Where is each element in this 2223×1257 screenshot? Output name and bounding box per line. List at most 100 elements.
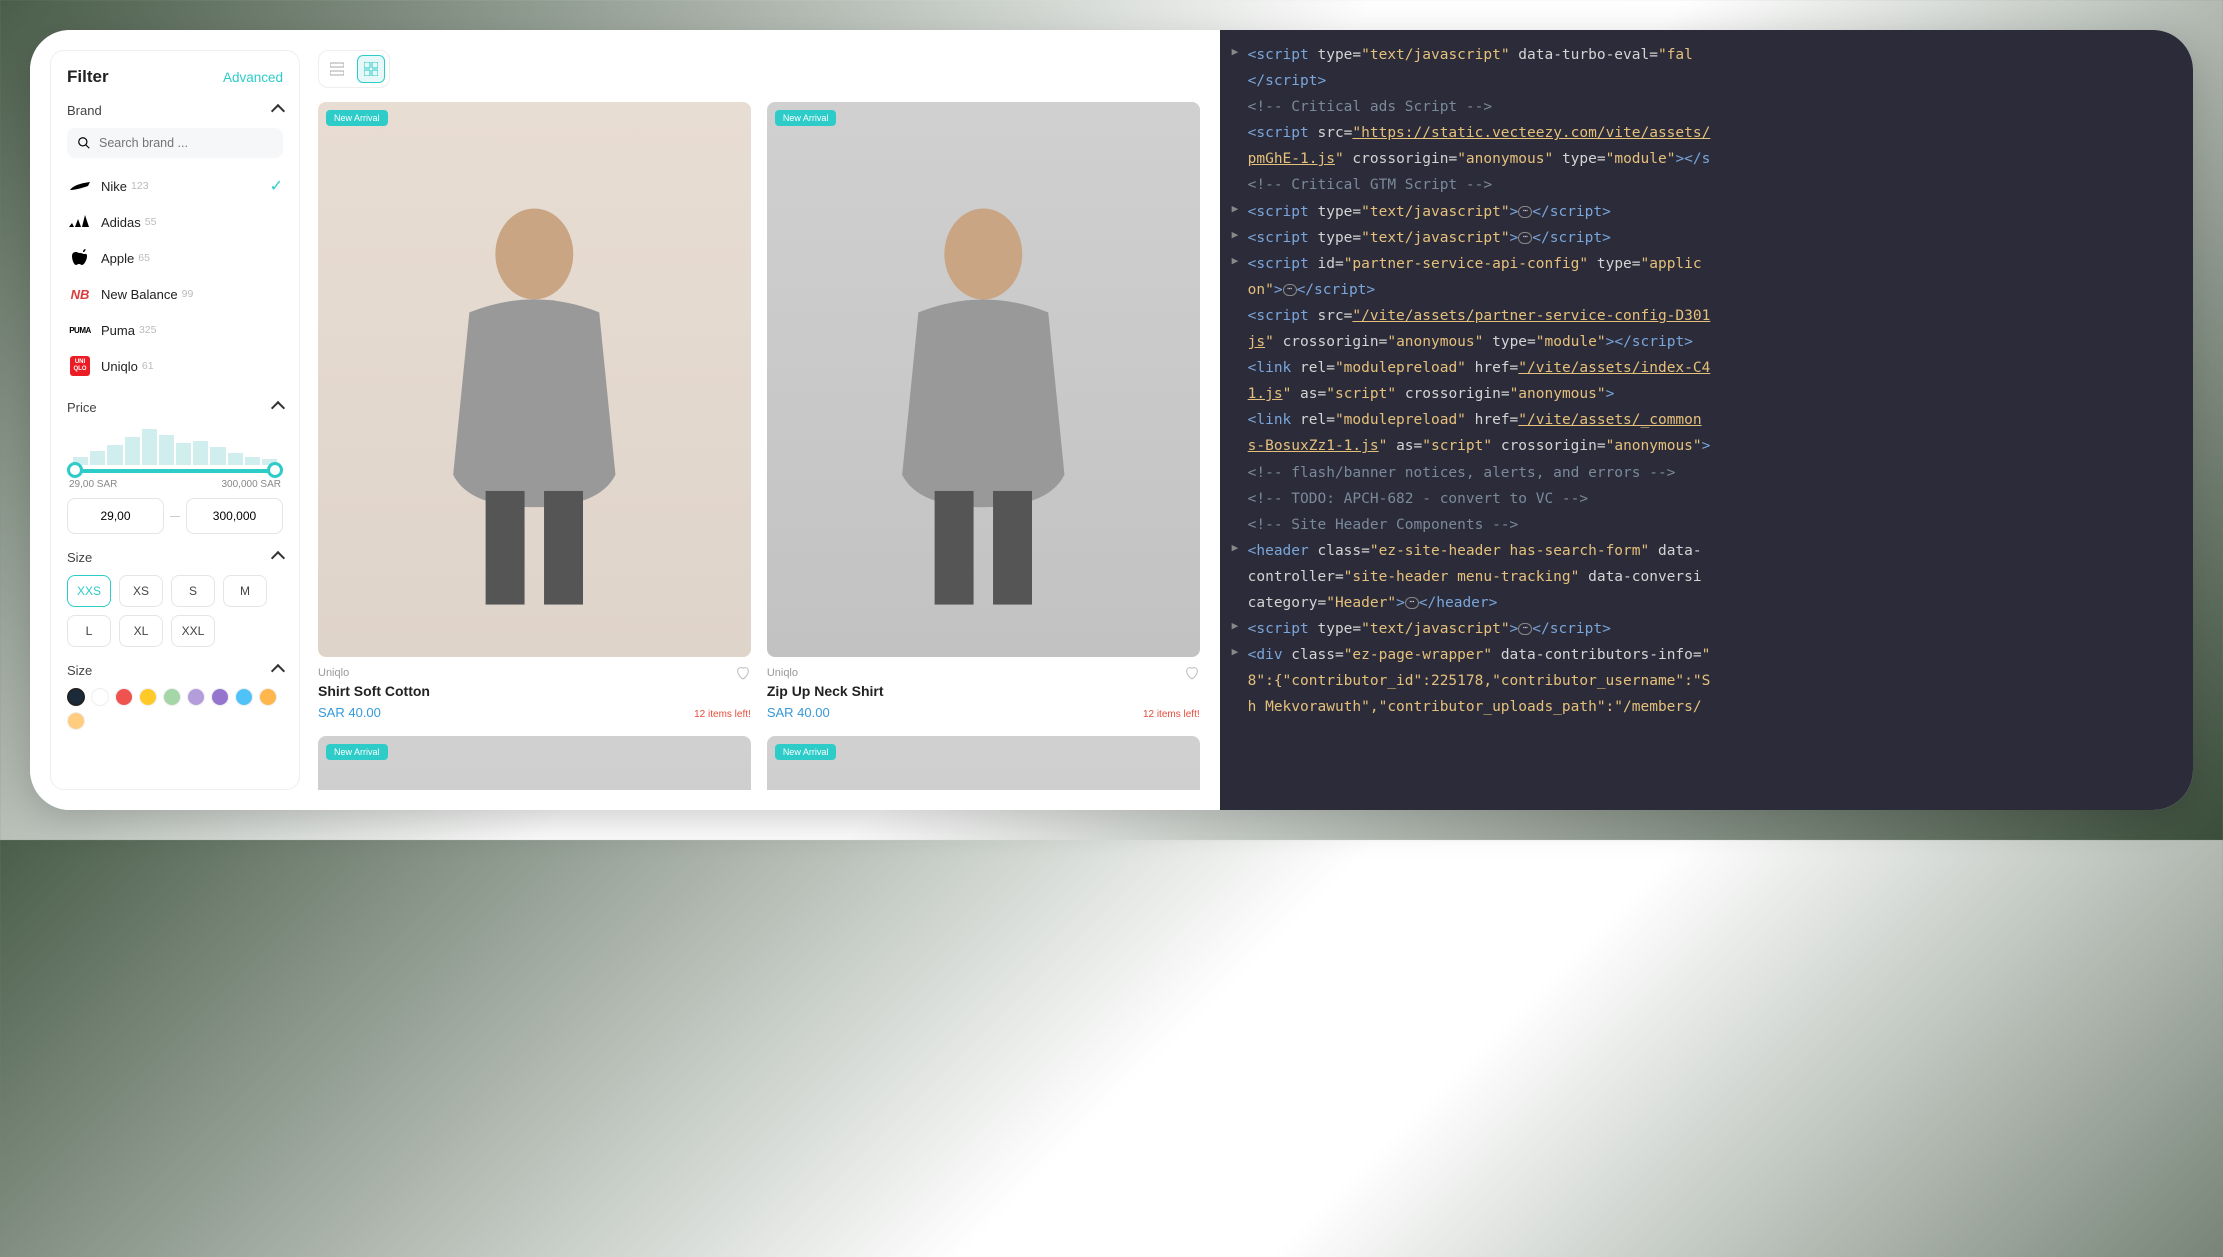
ecommerce-panel: Filter Advanced Brand Nike123✓Adidas55Ap…: [30, 30, 1220, 810]
expand-icon[interactable]: ▶: [1232, 199, 1239, 219]
size-section: Size XXSXSSM LXLXXL: [67, 550, 283, 647]
brand-logo-icon: PUMA: [67, 320, 93, 340]
view-toggle: [318, 50, 390, 88]
code-line[interactable]: <!-- Site Header Components -->: [1228, 512, 2185, 538]
code-line[interactable]: h Mekvorawuth","contributor_uploads_path…: [1228, 694, 2185, 720]
color-swatch[interactable]: [235, 688, 253, 706]
price-min-input[interactable]: [67, 498, 164, 534]
heart-icon[interactable]: [1184, 665, 1200, 681]
brand-logo-icon: [67, 248, 93, 268]
price-histogram: [67, 425, 283, 465]
product-image-wrap: New Arrival: [318, 736, 751, 790]
product-card[interactable]: New Arrival Uniqlo Zip Up Neck Shirt SAR…: [767, 102, 1200, 720]
color-header[interactable]: Size: [67, 663, 283, 678]
brand-item-apple[interactable]: Apple65: [67, 240, 283, 276]
code-line[interactable]: <script src="https://static.vecteezy.com…: [1228, 120, 2185, 146]
brand-section: Brand Nike123✓Adidas55Apple65NBNew Balan…: [67, 103, 283, 384]
expand-icon[interactable]: ▶: [1232, 642, 1239, 662]
stock-warning: 12 items left!: [694, 709, 751, 720]
color-swatch[interactable]: [67, 712, 85, 730]
brand-item-new-balance[interactable]: NBNew Balance99: [67, 276, 283, 312]
size-option-l[interactable]: L: [67, 615, 111, 647]
code-line[interactable]: ▶<script type="text/javascript">⋯</scrip…: [1228, 199, 2185, 225]
chevron-up-icon: [271, 663, 285, 677]
brand-logo-icon: UNIQLO: [67, 356, 93, 376]
color-swatch[interactable]: [211, 688, 229, 706]
color-swatch[interactable]: [163, 688, 181, 706]
expand-icon[interactable]: ▶: [1232, 42, 1239, 62]
product-card[interactable]: New Arrival Uniqlo Shirt Soft Cotton: [767, 736, 1200, 790]
code-line[interactable]: <script src="/vite/assets/partner-servic…: [1228, 303, 2185, 329]
price-header[interactable]: Price: [67, 400, 283, 415]
product-brand: Uniqlo: [767, 667, 798, 679]
size-option-xxs[interactable]: XXS: [67, 575, 111, 607]
source-code[interactable]: ▶<script type="text/javascript" data-tur…: [1228, 42, 2185, 720]
code-line[interactable]: pmGhE-1.js" crossorigin="anonymous" type…: [1228, 146, 2185, 172]
brand-search[interactable]: [67, 128, 283, 158]
code-line[interactable]: <!-- TODO: APCH-682 - convert to VC -->: [1228, 486, 2185, 512]
view-list-button[interactable]: [323, 55, 351, 83]
product-image: [372, 130, 697, 657]
size-option-m[interactable]: M: [223, 575, 267, 607]
slider-max-handle[interactable]: [267, 462, 283, 478]
color-swatch[interactable]: [67, 688, 85, 706]
brand-list: Nike123✓Adidas55Apple65NBNew Balance99PU…: [67, 168, 283, 384]
product-image-wrap: New Arrival: [767, 736, 1200, 790]
app-frame: Filter Advanced Brand Nike123✓Adidas55Ap…: [30, 30, 2193, 810]
filter-sidebar: Filter Advanced Brand Nike123✓Adidas55Ap…: [50, 50, 300, 790]
code-line[interactable]: js" crossorigin="anonymous" type="module…: [1228, 329, 2185, 355]
brand-item-puma[interactable]: PUMAPuma325: [67, 312, 283, 348]
color-swatch[interactable]: [115, 688, 133, 706]
code-line[interactable]: ▶<script type="text/javascript">⋯</scrip…: [1228, 616, 2185, 642]
code-line[interactable]: ▶<header class="ez-site-header has-searc…: [1228, 538, 2185, 564]
code-line[interactable]: 1.js" as="script" crossorigin="anonymous…: [1228, 381, 2185, 407]
chevron-up-icon: [271, 400, 285, 414]
code-line[interactable]: <link rel="modulepreload" href="/vite/as…: [1228, 355, 2185, 381]
expand-icon[interactable]: ▶: [1232, 616, 1239, 636]
product-card[interactable]: New Arrival Uniqlo Shirt Soft Cotton SAR…: [318, 102, 751, 720]
heart-icon[interactable]: [735, 665, 751, 681]
stock-warning: 12 items left!: [1143, 709, 1200, 720]
expand-icon[interactable]: ▶: [1232, 251, 1239, 271]
code-line[interactable]: category="Header">⋯</header>: [1228, 590, 2185, 616]
code-line[interactable]: controller="site-header menu-tracking" d…: [1228, 564, 2185, 590]
expand-icon[interactable]: ▶: [1232, 225, 1239, 245]
product-brand: Uniqlo: [318, 667, 349, 679]
price-slider[interactable]: [73, 469, 277, 473]
product-area: New Arrival Uniqlo Shirt Soft Cotton SAR…: [318, 50, 1200, 790]
code-line[interactable]: <!-- flash/banner notices, alerts, and e…: [1228, 460, 2185, 486]
color-swatch[interactable]: [91, 688, 109, 706]
size-option-xxl[interactable]: XXL: [171, 615, 215, 647]
code-line[interactable]: <link rel="modulepreload" href="/vite/as…: [1228, 407, 2185, 433]
advanced-link[interactable]: Advanced: [223, 70, 283, 85]
view-grid-button[interactable]: [357, 55, 385, 83]
product-image: [821, 764, 1146, 790]
code-line[interactable]: ▶<script type="text/javascript" data-tur…: [1228, 42, 2185, 68]
code-line[interactable]: </script>: [1228, 68, 2185, 94]
code-line[interactable]: <!-- Critical GTM Script -->: [1228, 172, 2185, 198]
brand-header[interactable]: Brand: [67, 103, 283, 118]
size-option-xl[interactable]: XL: [119, 615, 163, 647]
product-card[interactable]: New Arrival Uniqlo Shirt Soft Cotton: [318, 736, 751, 790]
color-swatch[interactable]: [139, 688, 157, 706]
color-swatch[interactable]: [187, 688, 205, 706]
filter-title: Filter: [67, 67, 109, 87]
code-line[interactable]: 8":{"contributor_id":225178,"contributor…: [1228, 668, 2185, 694]
size-option-xs[interactable]: XS: [119, 575, 163, 607]
code-line[interactable]: ▶<div class="ez-page-wrapper" data-contr…: [1228, 642, 2185, 668]
code-line[interactable]: on">⋯</script>: [1228, 277, 2185, 303]
size-option-s[interactable]: S: [171, 575, 215, 607]
brand-item-uniqlo[interactable]: UNIQLOUniqlo61: [67, 348, 283, 384]
code-line[interactable]: <!-- Critical ads Script -->: [1228, 94, 2185, 120]
color-swatch[interactable]: [259, 688, 277, 706]
brand-item-adidas[interactable]: Adidas55: [67, 204, 283, 240]
expand-icon[interactable]: ▶: [1232, 538, 1239, 558]
code-line[interactable]: ▶<script type="text/javascript">⋯</scrip…: [1228, 225, 2185, 251]
code-line[interactable]: ▶<script id="partner-service-api-config"…: [1228, 251, 2185, 277]
brand-search-input[interactable]: [99, 136, 273, 150]
price-max-input[interactable]: [186, 498, 283, 534]
size-header[interactable]: Size: [67, 550, 283, 565]
slider-min-handle[interactable]: [67, 462, 83, 478]
code-line[interactable]: s-BosuxZz1-1.js" as="script" crossorigin…: [1228, 433, 2185, 459]
brand-item-nike[interactable]: Nike123✓: [67, 168, 283, 204]
